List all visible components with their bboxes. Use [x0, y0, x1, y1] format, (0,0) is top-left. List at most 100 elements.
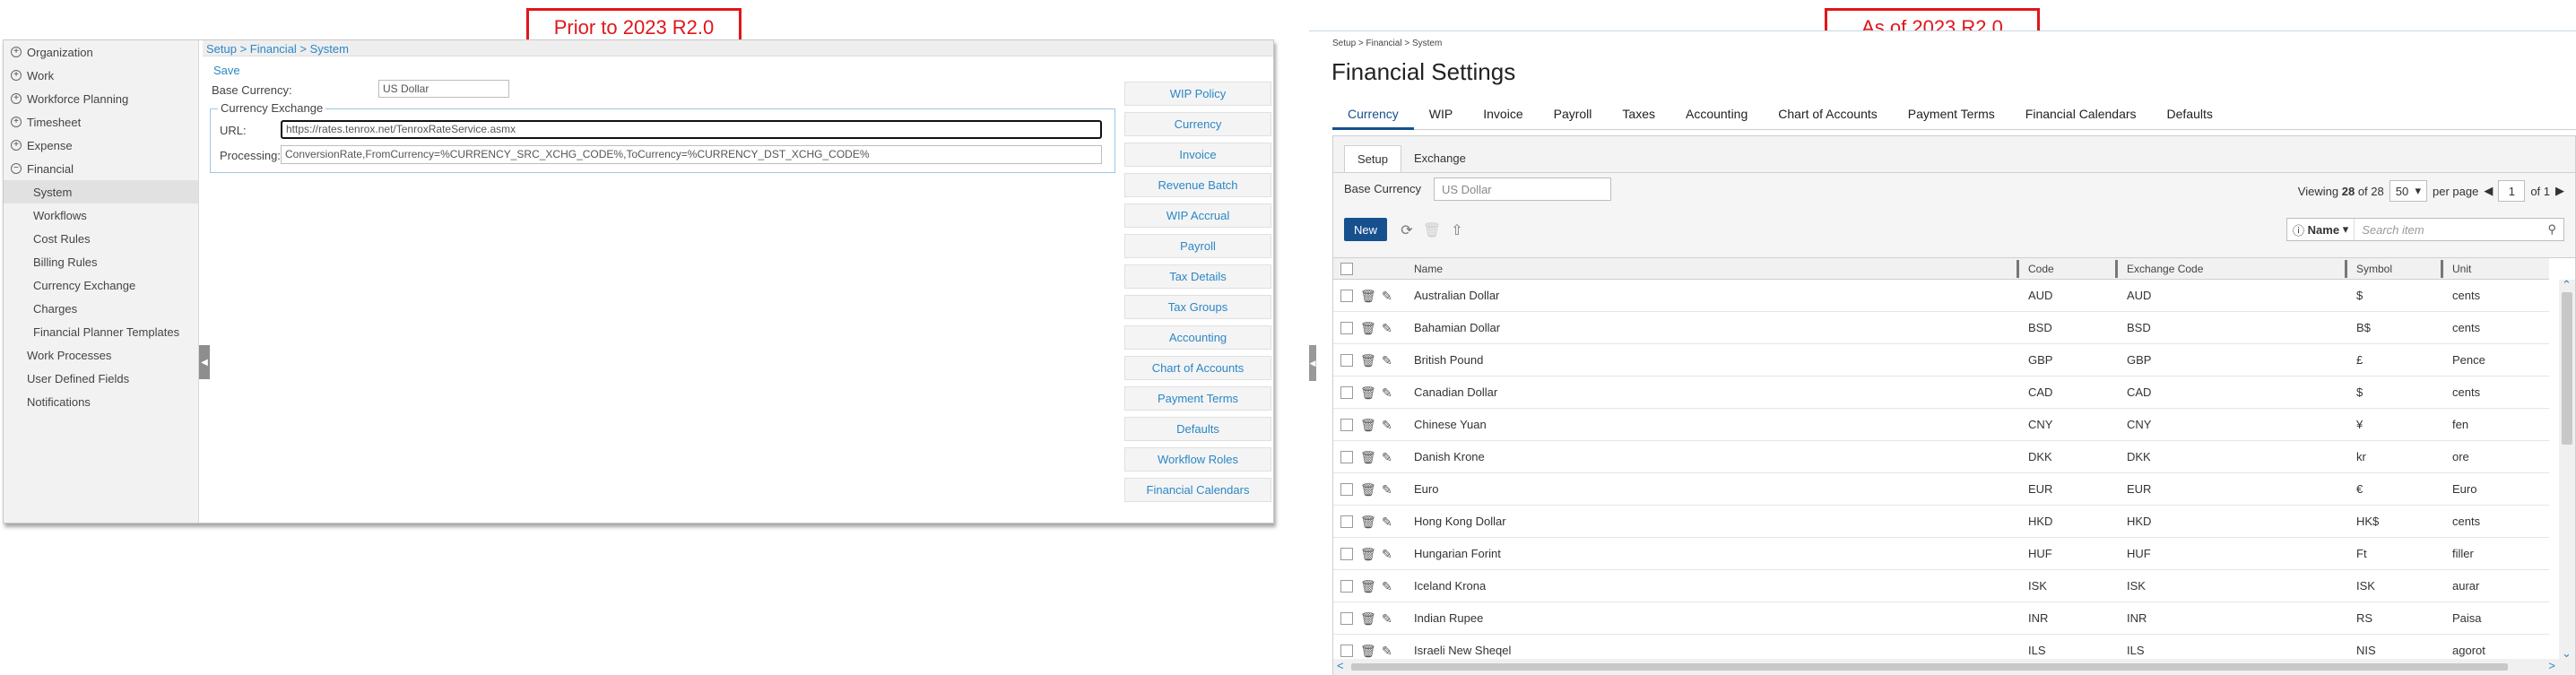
export-icon[interactable]: ⇧ — [1448, 221, 1466, 239]
table-row[interactable]: 🗑 ✎ Canadian Dollar CAD CAD $ cents — [1333, 376, 2549, 409]
sidebar-item-timesheet[interactable]: + Timesheet — [4, 110, 198, 134]
tab-wip[interactable]: WIP — [1414, 98, 1468, 130]
delete-icon[interactable]: 🗑 — [1360, 353, 1376, 368]
edit-icon[interactable]: ✎ — [1382, 418, 1392, 433]
delete-icon[interactable]: 🗑 — [1360, 482, 1376, 498]
sidebar-item-charges[interactable]: Charges — [4, 297, 198, 320]
table-row[interactable]: 🗑 ✎ Danish Krone DKK DKK kr ore — [1333, 441, 2549, 473]
scroll-up-icon[interactable]: ⌃ — [2562, 278, 2572, 292]
workflow-roles-button[interactable]: Workflow Roles — [1124, 447, 1271, 472]
delete-icon[interactable]: 🗑 — [1360, 385, 1376, 401]
edit-icon[interactable]: ✎ — [1382, 579, 1392, 594]
tab-accounting[interactable]: Accounting — [1670, 98, 1763, 130]
table-row[interactable]: 🗑 ✎ Iceland Krona ISK ISK ISK aurar — [1333, 570, 2549, 602]
col-header-code[interactable]: Code — [2028, 258, 2054, 279]
edit-icon[interactable]: ✎ — [1382, 385, 1392, 401]
vertical-scrollbar[interactable]: ⌃ ⌄ — [2559, 278, 2575, 660]
row-checkbox[interactable] — [1340, 482, 1353, 496]
sidebar-item-organization[interactable]: + Organization — [4, 40, 198, 64]
table-row[interactable]: 🗑 ✎ Hungarian Forint HUF HUF Ft filler — [1333, 538, 2549, 570]
tax-details-button[interactable]: Tax Details — [1124, 264, 1271, 289]
row-checkbox[interactable] — [1340, 353, 1353, 367]
horizontal-scrollbar[interactable]: < > — [1333, 659, 2575, 675]
delete-icon[interactable]: 🗑 — [1360, 289, 1376, 304]
delete-icon[interactable]: 🗑 — [1360, 515, 1376, 530]
col-header-name[interactable]: Name — [1414, 258, 1443, 279]
row-checkbox[interactable] — [1340, 611, 1353, 625]
sidebar-item-financial-planner-templates[interactable]: Financial Planner Templates — [4, 320, 198, 343]
defaults-button[interactable]: Defaults — [1124, 417, 1271, 441]
row-checkbox[interactable] — [1340, 547, 1353, 560]
edit-icon[interactable]: ✎ — [1382, 644, 1392, 659]
col-header-unit[interactable]: Unit — [2452, 258, 2471, 279]
expand-icon[interactable]: + — [11, 117, 22, 127]
row-checkbox[interactable] — [1340, 418, 1353, 431]
col-header-exchange-code[interactable]: Exchange Code — [2127, 258, 2203, 279]
base-currency-field[interactable]: US Dollar — [378, 80, 509, 98]
edit-icon[interactable]: ✎ — [1382, 450, 1392, 465]
sidebar-item-notifications[interactable]: Notifications — [4, 390, 198, 413]
tab-payment-terms[interactable]: Payment Terms — [1893, 98, 2010, 130]
table-row[interactable]: 🗑 ✎ Chinese Yuan CNY CNY ¥ fen — [1333, 409, 2549, 441]
table-row[interactable]: 🗑 ✎ Euro EUR EUR € Euro — [1333, 473, 2549, 506]
revenue-batch-button[interactable]: Revenue Batch — [1124, 173, 1271, 197]
sidebar-item-cost-rules[interactable]: Cost Rules — [4, 227, 198, 250]
collapse-sidebar-handle[interactable]: ◀ — [1309, 345, 1316, 381]
delete-icon[interactable]: 🗑 — [1360, 579, 1376, 594]
col-resize-handle[interactable] — [2115, 260, 2118, 278]
tab-currency[interactable]: Currency — [1332, 98, 1414, 130]
delete-icon[interactable]: 🗑 — [1360, 644, 1376, 659]
base-currency-input[interactable]: US Dollar — [1434, 177, 1611, 201]
sidebar-item-billing-rules[interactable]: Billing Rules — [4, 250, 198, 273]
select-all-checkbox[interactable] — [1340, 262, 1353, 275]
tab-financial-calendars[interactable]: Financial Calendars — [2010, 98, 2152, 130]
tab-payroll[interactable]: Payroll — [1539, 98, 1608, 130]
search-input[interactable]: Search item — [2355, 223, 2540, 237]
sidebar-item-financial[interactable]: − Financial — [4, 157, 198, 180]
row-checkbox[interactable] — [1340, 644, 1353, 657]
subtab-setup[interactable]: Setup — [1344, 145, 1401, 172]
col-header-symbol[interactable]: Symbol — [2356, 258, 2392, 279]
edit-icon[interactable]: ✎ — [1382, 547, 1392, 562]
chart-of-accounts-button[interactable]: Chart of Accounts — [1124, 356, 1271, 380]
sidebar-item-workflows[interactable]: Workflows — [4, 203, 198, 227]
payroll-button[interactable]: Payroll — [1124, 234, 1271, 258]
tab-defaults[interactable]: Defaults — [2152, 98, 2228, 130]
prev-page-icon[interactable]: ◀ — [2484, 184, 2493, 198]
row-checkbox[interactable] — [1340, 450, 1353, 463]
collapse-icon[interactable]: − — [11, 163, 22, 174]
col-resize-handle[interactable] — [2441, 260, 2443, 278]
edit-icon[interactable]: ✎ — [1382, 321, 1392, 336]
expand-icon[interactable]: + — [11, 140, 22, 151]
save-link[interactable]: Save — [213, 64, 240, 77]
delete-icon[interactable]: 🗑 — [1360, 321, 1376, 336]
search-field-select[interactable]: ⓘ Name ▾ — [2287, 219, 2355, 240]
refresh-icon[interactable]: ⟳ — [1398, 221, 1416, 239]
hscrollbar-thumb[interactable] — [1351, 663, 2508, 671]
expand-icon[interactable]: + — [11, 70, 22, 81]
page-input[interactable]: 1 — [2498, 180, 2526, 202]
edit-icon[interactable]: ✎ — [1382, 482, 1392, 498]
sidebar-item-work-processes[interactable]: Work Processes — [4, 343, 198, 367]
table-row[interactable]: 🗑 ✎ Bahamian Dollar BSD BSD B$ cents — [1333, 312, 2549, 344]
search-icon[interactable]: ⚲ — [2540, 222, 2563, 237]
col-resize-handle[interactable] — [2345, 260, 2347, 278]
wip-accrual-button[interactable]: WIP Accrual — [1124, 203, 1271, 228]
delete-icon[interactable]: 🗑 — [1360, 611, 1376, 627]
table-row[interactable]: 🗑 ✎ Indian Rupee INR INR RS Paisa — [1333, 602, 2549, 635]
table-row[interactable]: 🗑 ✎ British Pound GBP GBP £ Pence — [1333, 344, 2549, 376]
breadcrumb[interactable]: Setup > Financial > System — [203, 40, 1273, 56]
processing-input[interactable]: ConversionRate,FromCurrency=%CURRENCY_SR… — [281, 145, 1102, 164]
edit-icon[interactable]: ✎ — [1382, 611, 1392, 627]
currency-button[interactable]: Currency — [1124, 112, 1271, 136]
tab-taxes[interactable]: Taxes — [1607, 98, 1670, 130]
row-checkbox[interactable] — [1340, 321, 1353, 334]
col-resize-handle[interactable] — [2017, 260, 2019, 278]
financial-calendars-button[interactable]: Financial Calendars — [1124, 478, 1271, 502]
edit-icon[interactable]: ✎ — [1382, 289, 1392, 304]
edit-icon[interactable]: ✎ — [1382, 515, 1392, 530]
tax-groups-button[interactable]: Tax Groups — [1124, 295, 1271, 319]
edit-icon[interactable]: ✎ — [1382, 353, 1392, 368]
breadcrumb[interactable]: Setup > Financial > System — [1332, 39, 1442, 48]
url-input[interactable]: https://rates.tenrox.net/TenroxRateServi… — [281, 120, 1102, 139]
